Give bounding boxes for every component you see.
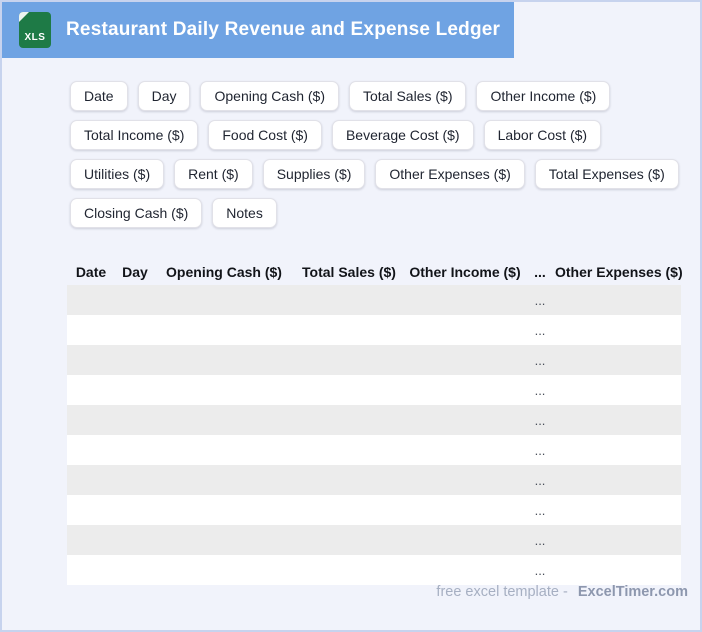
column-chip[interactable]: Total Sales ($) (349, 81, 467, 111)
table-cell: ... (534, 472, 546, 488)
column-chip[interactable]: Total Income ($) (70, 120, 199, 150)
table-cell: ... (534, 502, 546, 518)
table-row: ... (67, 405, 681, 435)
column-chip[interactable]: Labor Cost ($) (483, 120, 602, 150)
footer: free excel template - ExcelTimer.com (436, 584, 688, 600)
table-header-cell: Day (122, 263, 148, 280)
table-row: ... (67, 465, 681, 495)
column-chip[interactable]: Food Cost ($) (208, 120, 322, 150)
table-row: ... (67, 345, 681, 375)
table-cell: ... (534, 322, 546, 338)
table-row: ... (67, 285, 681, 315)
table-row: ... (67, 315, 681, 345)
column-chip[interactable]: Total Expenses ($) (534, 159, 679, 189)
column-chip[interactable]: Date (70, 81, 128, 111)
table-cell: ... (534, 382, 546, 398)
column-chip[interactable]: Other Income ($) (476, 81, 611, 111)
column-chip[interactable]: Notes (212, 198, 277, 228)
column-chip[interactable]: Closing Cash ($) (70, 198, 203, 228)
header-bar: XLS Restaurant Daily Revenue and Expense… (2, 2, 514, 58)
table-row: ... (67, 435, 681, 465)
table-cell: ... (534, 532, 546, 548)
xls-icon-label: XLS (24, 32, 46, 43)
footer-credit-text: free excel template - (436, 584, 568, 600)
table-header-row: Date Day Opening Cash ($) Total Sales ($) Ot… (67, 258, 683, 285)
column-chip-list: Date Day Opening Cash ($) Total Sales ($) Ot… (70, 81, 692, 228)
table-row: ... (67, 525, 681, 555)
table-header-cell: Other Expenses ($) (555, 263, 683, 280)
xls-file-icon: XLS (19, 12, 51, 48)
table-header-cell: Other Income ($) (409, 263, 521, 280)
column-chip[interactable]: Supplies ($) (262, 159, 366, 189)
table-cell: ... (534, 352, 546, 368)
table-cell: ... (534, 412, 546, 428)
table-row: ... (67, 375, 681, 405)
table-header-cell: Total Sales ($) (302, 263, 396, 280)
column-chip[interactable]: Day (137, 81, 191, 111)
table-cell: ... (534, 562, 546, 578)
column-chip[interactable]: Opening Cash ($) (200, 81, 339, 111)
table-cell: ... (534, 292, 546, 308)
table-header-cell: Date (75, 263, 107, 280)
page-title: Restaurant Daily Revenue and Expense Led… (66, 19, 501, 40)
table-row: ... (67, 555, 681, 585)
column-chip[interactable]: Utilities ($) (70, 159, 165, 189)
column-chip[interactable]: Beverage Cost ($) (331, 120, 474, 150)
column-chip[interactable]: Rent ($) (174, 159, 253, 189)
template-preview-page: XLS Restaurant Daily Revenue and Expense… (0, 0, 702, 632)
table-body: .............................. (67, 285, 681, 585)
table-row: ... (67, 495, 681, 525)
brand-link[interactable]: ExcelTimer.com (578, 584, 688, 600)
ledger-table: Date Day Opening Cash ($) Total Sales ($) Ot… (67, 258, 683, 585)
table-header-cell: Opening Cash ($) (166, 263, 282, 280)
table-header-cell: ... (534, 263, 546, 280)
table-cell: ... (534, 442, 546, 458)
column-chip[interactable]: Other Expenses ($) (375, 159, 525, 189)
